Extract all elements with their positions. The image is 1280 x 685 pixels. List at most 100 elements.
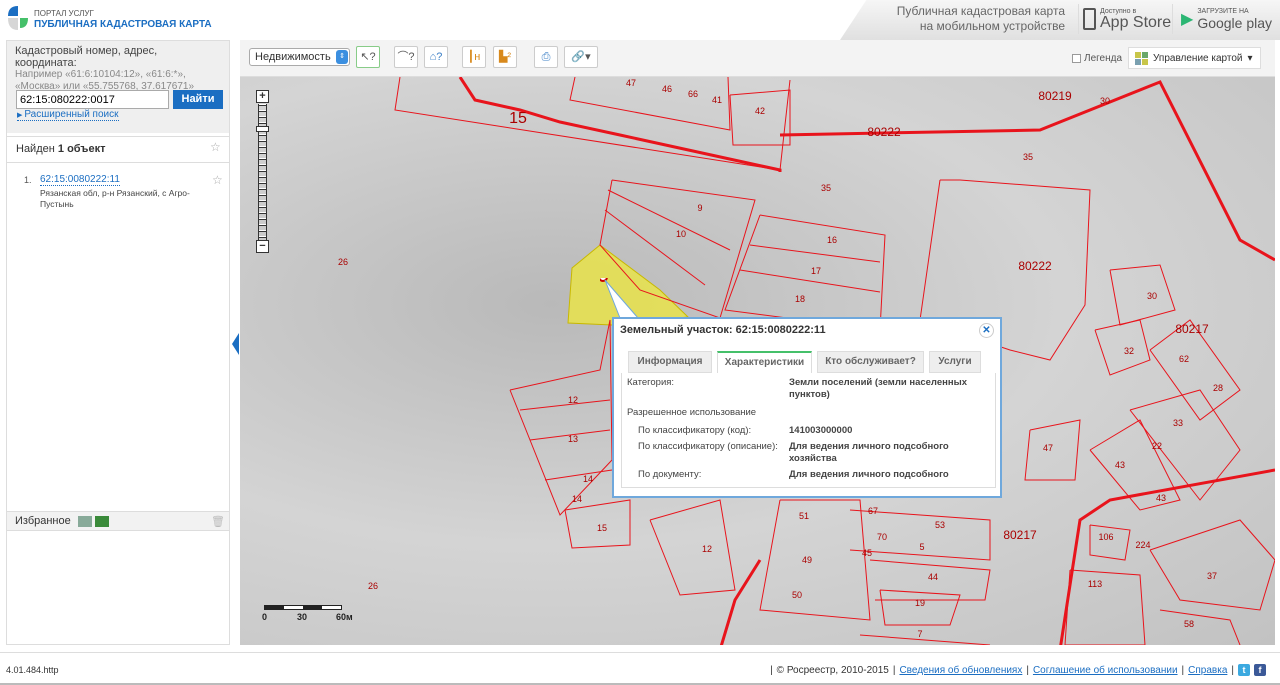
building-identify-button[interactable]: ⌂? — [424, 46, 448, 68]
parcel-label: 80222 — [867, 125, 901, 139]
parcel-boundary — [569, 77, 731, 131]
site-title[interactable]: ПУБЛИЧНАЯ КАДАСТРОВАЯ КАРТА — [34, 19, 212, 30]
parcel-boundary — [1129, 389, 1241, 501]
parcel-label: 37 — [1207, 571, 1217, 581]
trash-icon[interactable]: 🗑 — [211, 515, 225, 528]
zoom-out-button[interactable]: − — [256, 240, 269, 253]
parcel-label: 46 — [662, 84, 672, 94]
parcel-label: 66 — [688, 89, 698, 99]
parcel-label: 49 — [802, 555, 812, 565]
parcel-label: 19 — [915, 598, 925, 608]
legend-checkbox[interactable]: Легенда — [1072, 53, 1122, 64]
twitter-icon[interactable]: t — [1238, 664, 1250, 676]
parcel-boundary — [1149, 519, 1275, 611]
checkbox-icon — [1072, 54, 1081, 63]
parcel-label: 43 — [1156, 493, 1166, 503]
tab-services[interactable]: Услуги — [929, 351, 981, 373]
portal-logo-icon[interactable] — [6, 4, 28, 32]
parcel-label: 28 — [1213, 383, 1223, 393]
facebook-icon[interactable]: f — [1254, 664, 1266, 676]
result-address: Рязанская обл, р-н Рязанский, с Агро-Пус… — [40, 188, 190, 209]
help-link[interactable]: Справка — [1188, 665, 1227, 676]
updates-link[interactable]: Сведения об обновлениях — [899, 665, 1022, 676]
header: ПОРТАЛ УСЛУГ ПУБЛИЧНАЯ КАДАСТРОВАЯ КАРТА… — [0, 0, 1280, 40]
parcel-label: 15 — [509, 110, 527, 127]
search-label: Кадастровый номер, адрес, координата: — [15, 45, 158, 69]
parcel-label: 106 — [1098, 532, 1113, 542]
parcel-label: 35 — [821, 183, 831, 193]
parcel-boundary — [544, 469, 613, 481]
parcel-label: 42 — [755, 106, 765, 116]
portal-name: ПОРТАЛ УСЛУГ — [34, 9, 94, 18]
layer-select[interactable]: Недвижимость ⇕ — [249, 48, 350, 66]
measure-area-button[interactable]: ▙² — [493, 46, 517, 68]
document-label: По документу: — [638, 469, 702, 480]
layers-grid-icon — [1135, 51, 1148, 65]
parcel-label: 80217 — [1003, 528, 1037, 542]
parcel-label: 12 — [702, 544, 712, 554]
advanced-search-link[interactable]: ▶ Расширенный поиск — [17, 109, 119, 121]
result-star-icon[interactable]: ☆ — [212, 173, 223, 187]
parcel-label: 30 — [1100, 96, 1110, 106]
parcel-boundary — [607, 189, 731, 251]
result-link[interactable]: 62:15:0080222:11 — [40, 174, 120, 186]
parcel-boundary — [1094, 319, 1151, 376]
boundary-line — [719, 559, 762, 645]
parcel-label: 14 — [583, 474, 593, 484]
results-header: Найден 1 объект — [7, 136, 229, 163]
excel-export-icon[interactable] — [94, 515, 109, 527]
chevron-down-icon: ▾ — [1247, 52, 1253, 64]
parcel-label: 62 — [1179, 354, 1189, 364]
parcel-label: 13 — [568, 434, 578, 444]
parcel-label: 224 — [1135, 540, 1150, 550]
parcel-label: 14 — [572, 494, 582, 504]
tab-info[interactable]: Информация — [628, 351, 712, 373]
print-button[interactable]: ⎙ — [534, 46, 558, 68]
popup-title: Земельный участок: 62:15:0080222:11 — [620, 324, 826, 336]
measure-length-button[interactable]: ┃н — [462, 46, 486, 68]
parcel-label: 80222 — [1018, 259, 1052, 273]
parcel-label: 43 — [1115, 460, 1125, 470]
map-control-dropdown[interactable]: Управление картой ▾ — [1128, 47, 1261, 69]
parcel-label: 41 — [712, 95, 722, 105]
copyright: © Росреестр, 2010-2015 — [776, 664, 889, 676]
phone-icon — [1083, 8, 1096, 30]
tab-characteristics[interactable]: Характеристики — [717, 351, 812, 373]
mobile-promo-text: Публичная кадастровая карта на мобильном … — [896, 4, 1065, 33]
parcel-label: 16 — [827, 235, 837, 245]
appstore-button[interactable]: Доступно в App Store — [1078, 4, 1171, 34]
google-play-button[interactable]: ▶ ЗАГРУЗИТЕ НА Google play — [1172, 4, 1272, 34]
parcel-label: 47 — [626, 78, 636, 88]
close-icon[interactable]: ✕ — [979, 323, 994, 338]
excel-import-icon[interactable] — [77, 515, 92, 527]
zoom-slider[interactable]: + − — [256, 90, 269, 255]
parcel-label: 15 — [597, 523, 607, 533]
zoom-track[interactable] — [258, 104, 267, 240]
parcel-label: 45 — [862, 548, 872, 558]
zoom-in-button[interactable]: + — [256, 90, 269, 103]
tab-who-serves[interactable]: Кто обслуживает? — [817, 351, 924, 373]
parcel-label: 9 — [697, 203, 702, 213]
parcel-label: 32 — [1124, 346, 1134, 356]
parcel-boundary — [724, 214, 886, 331]
parcel-label: 33 — [1173, 418, 1183, 428]
search-button[interactable]: Найти — [173, 90, 223, 109]
parcel-label: 26 — [368, 581, 378, 591]
parcel-label: 35 — [1023, 152, 1033, 162]
area-identify-button[interactable]: ⌒? — [394, 46, 418, 68]
terms-link[interactable]: Соглашение об использовании — [1033, 665, 1178, 676]
identify-tool-button[interactable]: ↖? — [356, 46, 380, 68]
link-button[interactable]: 🔗▾ — [564, 46, 598, 68]
search-input[interactable] — [16, 90, 169, 109]
parcel-boundary — [1109, 264, 1176, 326]
parcel-label: 80217 — [1175, 322, 1209, 336]
parcel-label: 70 — [877, 532, 887, 542]
parcel-boundary — [859, 634, 991, 645]
zoom-handle[interactable] — [256, 126, 269, 132]
classifier-desc-label: По классификатору (описание): — [638, 441, 778, 452]
star-icon[interactable]: ☆ — [210, 140, 221, 154]
parcel-boundary — [649, 499, 736, 596]
classifier-code-label: По классификатору (код): — [638, 425, 752, 436]
collapse-panel-button[interactable] — [232, 333, 239, 355]
parcel-label: 18 — [795, 294, 805, 304]
